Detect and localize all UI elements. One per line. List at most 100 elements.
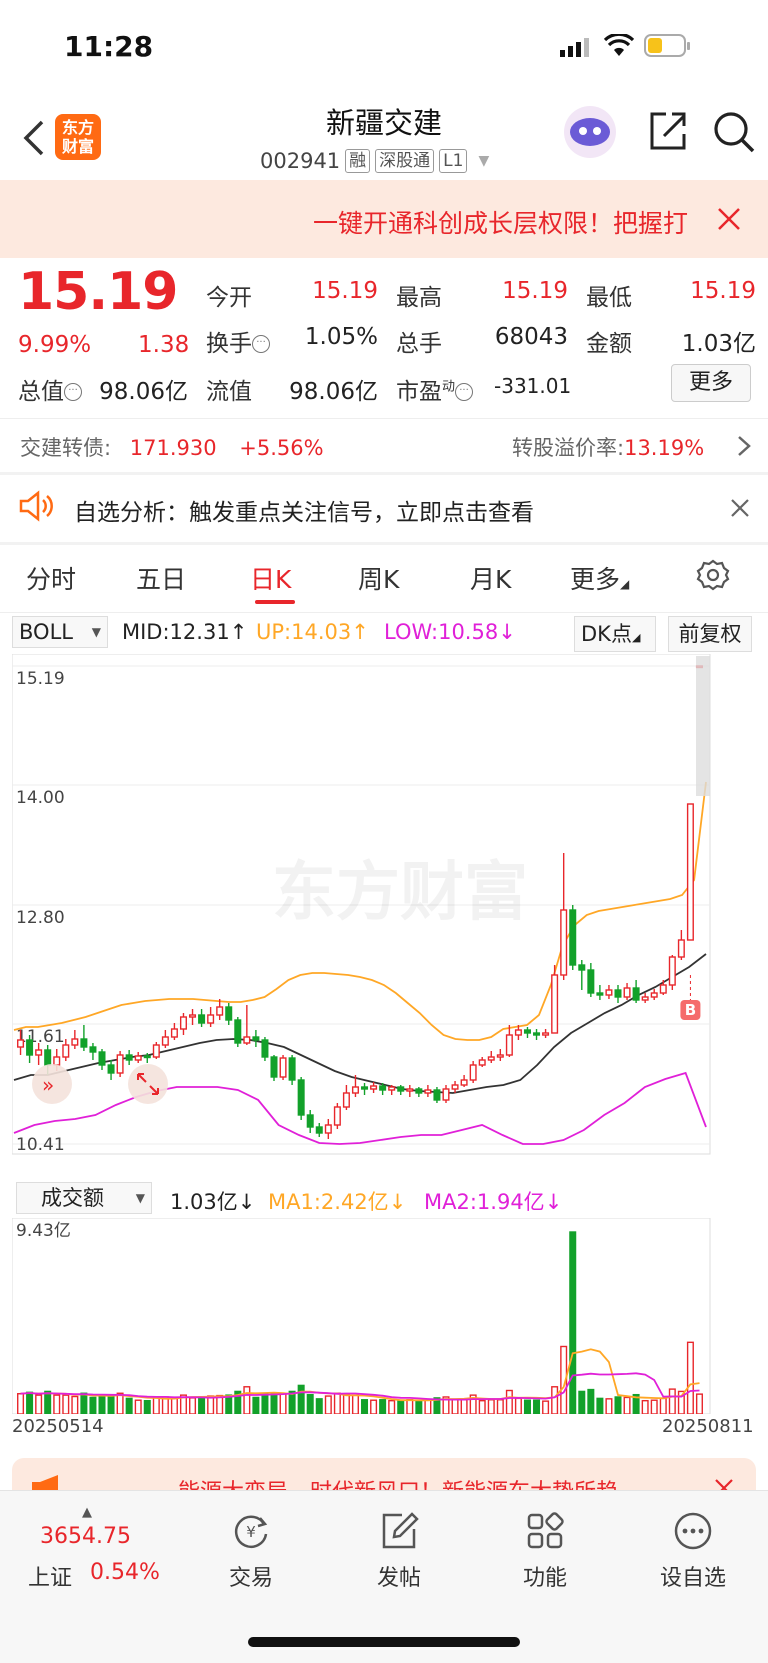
volume-bar (125, 1397, 133, 1414)
divider (0, 472, 768, 475)
candle-body (279, 1057, 287, 1078)
candle-body (143, 1055, 151, 1059)
tab-monthly-k[interactable]: 月K (470, 560, 511, 596)
float-label: 流值 (206, 379, 252, 405)
mktcap-label[interactable]: 总值 ··· (18, 372, 82, 406)
indicator-select[interactable]: BOLL ▼ (12, 616, 108, 648)
index-up-arrow-icon: ▲ (82, 1505, 92, 1520)
convertible-bond-row[interactable]: 交建转债: 171.930 +5.56% (20, 432, 324, 462)
candle-body (26, 1039, 34, 1056)
candle-body (44, 1049, 52, 1066)
battery-icon (644, 33, 692, 59)
volume-bar (44, 1390, 52, 1414)
close-icon[interactable] (730, 498, 750, 518)
volume-bar (686, 1341, 694, 1414)
change-amount: 1.38 (138, 332, 190, 358)
high-value: 15.19 (502, 278, 568, 304)
volume-bar (116, 1392, 124, 1414)
candle-body (614, 989, 622, 998)
candle-body (116, 1054, 124, 1074)
active-tab-underline (255, 600, 295, 604)
svg-text:¥: ¥ (246, 1523, 256, 1541)
info-icon: ··· (252, 335, 270, 353)
volume-bar (134, 1399, 142, 1414)
candle-body (361, 1086, 369, 1090)
high-label: 最高 (396, 285, 442, 311)
stock-code-row[interactable]: 002941 融 深股通 L1 ▼ (260, 146, 489, 176)
candle-body (243, 1036, 251, 1044)
pe-label[interactable]: 市盈动 ··· (396, 372, 474, 406)
volume-indicator-select[interactable]: 成交额 ▼ (16, 1182, 152, 1214)
candle-body (523, 1029, 531, 1034)
boll-mid: MID:12.31↑ (122, 620, 248, 644)
mktcap-value: 98.06亿 (99, 379, 188, 405)
adjust-button[interactable]: 前复权 (668, 616, 752, 652)
assistant-robot-icon[interactable] (560, 104, 620, 160)
settings-gear-icon[interactable] (696, 558, 730, 592)
volume-latest: 1.03亿↓ (170, 1190, 256, 1214)
candle-body (533, 1032, 541, 1036)
volume-bar (170, 1396, 178, 1414)
premium-value: 13.19% (624, 436, 705, 460)
tag-margin: 融 (345, 149, 371, 173)
tab-intraday[interactable]: 分时 (26, 560, 76, 596)
candle-body (207, 1014, 215, 1024)
nav-trade[interactable]: ¥ 交易 (196, 1510, 306, 1592)
volume-label: 总手 (396, 331, 442, 357)
bond-price: 171.930 (129, 436, 217, 460)
more-button[interactable]: 更多 (671, 364, 751, 402)
candle-body (225, 1006, 233, 1021)
turnover-label[interactable]: 换手 ··· (206, 324, 270, 358)
tag-level: L1 (439, 149, 468, 173)
promo-banner-text: 一键开通科创成长层权限！把握打 (312, 209, 688, 238)
volume-bar (370, 1399, 378, 1414)
tab-weekly-k[interactable]: 周K (358, 560, 399, 596)
watchlist-analysis-text[interactable]: 自选分析：触发重点关注信号，立即点击查看 (74, 493, 534, 527)
divider (0, 612, 768, 613)
candle-body (216, 1006, 224, 1016)
volume-bar (71, 1395, 79, 1414)
dk-point-button[interactable]: DK点◢ (574, 616, 656, 652)
double-arrow-icon: » (42, 1073, 54, 1097)
candle-body (596, 992, 604, 996)
candle-body (107, 1064, 115, 1074)
candle-body (198, 1014, 206, 1024)
candle-body (469, 1064, 477, 1081)
volume-bar (424, 1399, 432, 1414)
volume-bar (80, 1392, 88, 1414)
volume-bar (388, 1399, 396, 1414)
tab-more[interactable]: 更多◢ (570, 560, 629, 596)
divider (0, 542, 768, 545)
candle-body (514, 1029, 522, 1036)
search-icon[interactable] (712, 110, 756, 154)
candle-body (487, 1056, 495, 1061)
premium-row[interactable]: 转股溢价率:13.19% (512, 432, 704, 462)
low-label: 最低 (586, 285, 632, 311)
volume-bar (650, 1399, 658, 1414)
volume-bar (207, 1395, 215, 1414)
volume-ma2: MA2:1.94亿↓ (424, 1190, 563, 1214)
nav-add-watchlist[interactable]: 设自选 (638, 1510, 748, 1592)
tab-five-day[interactable]: 五日 (136, 560, 186, 596)
candle-body (342, 1092, 350, 1108)
close-icon[interactable] (716, 206, 742, 232)
kline-chart[interactable]: 东方财富 15.1914.0012.8011.6110.41 B» (12, 654, 756, 1176)
nav-functions[interactable]: 功能 (490, 1510, 600, 1592)
current-price: 15.19 (18, 262, 178, 322)
candle-body (505, 1034, 513, 1056)
nav-functions-label: 功能 (522, 1566, 567, 1591)
candle-body (17, 1039, 25, 1048)
nav-post[interactable]: 发帖 (344, 1510, 454, 1592)
index-value[interactable]: 3654.75 (40, 1524, 131, 1549)
volume-bar (35, 1394, 43, 1414)
volume-bar (351, 1394, 359, 1414)
volume-bar (623, 1396, 631, 1414)
volume-bar (252, 1396, 260, 1414)
share-icon[interactable] (646, 110, 688, 152)
volume-value: 68043 (494, 324, 568, 350)
chevron-right-icon[interactable] (736, 434, 752, 458)
tab-daily-k[interactable]: 日K (250, 560, 291, 596)
pe-value: -331.01 (494, 374, 572, 398)
candle-body (98, 1051, 106, 1066)
volume-chart[interactable]: 9.43亿 (12, 1218, 756, 1414)
